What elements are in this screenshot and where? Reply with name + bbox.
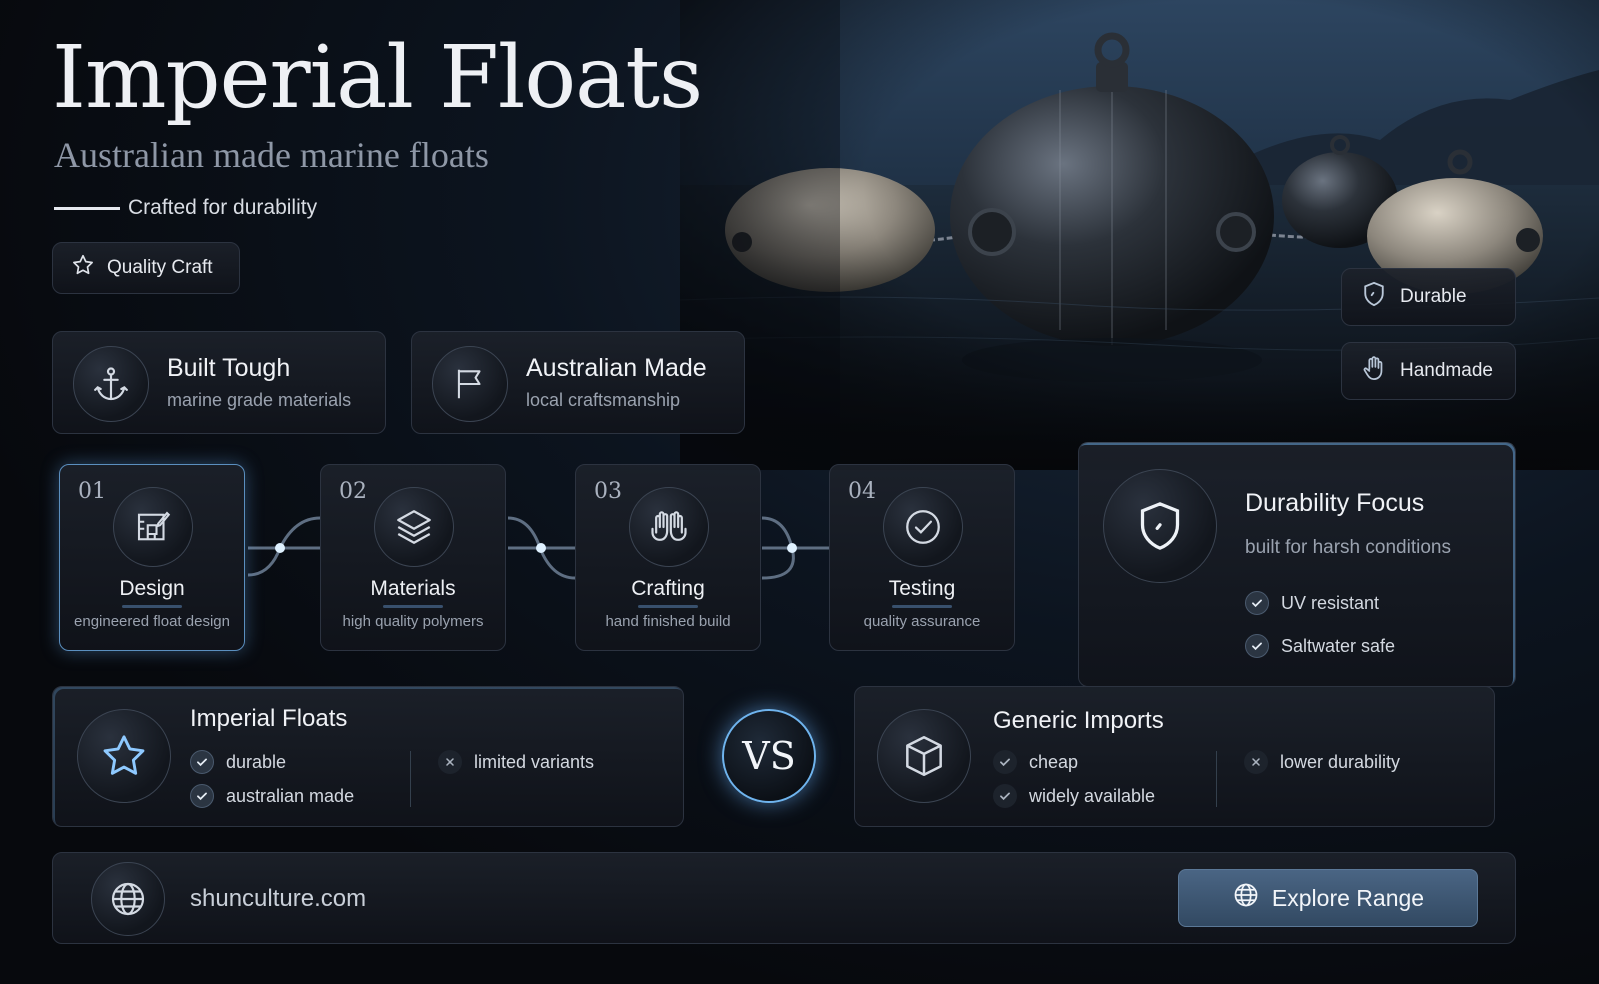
vs-label: VS [742, 734, 796, 778]
pro-item: widely available [993, 784, 1155, 808]
step-card-testing: 04 Testing quality assurance [829, 464, 1015, 651]
durability-item-label: Saltwater safe [1281, 635, 1396, 656]
feature-card-built-tough: Built Tough marine grade materials [52, 331, 386, 434]
step-title: Testing [888, 577, 956, 600]
feature-title: Built Tough [167, 354, 291, 382]
step-card-crafting: 03 Crafting hand finished build [575, 464, 761, 651]
shield-icon [1360, 280, 1388, 314]
globe-icon [91, 862, 165, 936]
box-icon [877, 709, 971, 803]
star-icon [77, 709, 171, 803]
quality-craft-label: Quality Craft [107, 257, 213, 278]
check-icon [190, 784, 214, 808]
flag-icon [432, 346, 508, 422]
comparison-title: Imperial Floats [190, 705, 348, 732]
step-subtitle: hand finished build [605, 613, 731, 630]
check-circle-icon [883, 487, 963, 567]
step-title: Design [119, 577, 185, 600]
comparison-card-generic: Generic Imports cheap widely available l… [854, 686, 1495, 827]
check-icon [993, 784, 1017, 808]
durability-focus-panel: Durability Focus built for harsh conditi… [1078, 442, 1516, 687]
step-number: 04 [848, 479, 876, 504]
layers-icon [374, 487, 454, 567]
pro-item: australian made [190, 784, 354, 808]
pro-label: australian made [226, 785, 355, 806]
website-link[interactable]: shunculture.com [190, 885, 366, 913]
infographic-page: Imperial Floats Australian made marine f… [0, 0, 1599, 984]
blueprint-icon [113, 487, 193, 567]
step-subtitle: engineered float design [74, 613, 230, 630]
con-item: limited variants [438, 750, 594, 774]
globe-icon [1232, 881, 1260, 915]
con-label: lower durability [1280, 751, 1401, 772]
tagline: Crafted for durability [128, 196, 318, 219]
check-icon [1245, 591, 1269, 615]
x-icon [1244, 750, 1268, 774]
step-underline [638, 605, 698, 608]
durability-item: UV resistant [1245, 591, 1379, 615]
pro-label: durable [226, 751, 287, 772]
hands-icon [629, 487, 709, 567]
explore-range-button[interactable]: Explore Range [1178, 869, 1478, 927]
handmade-badge: Handmade [1341, 342, 1516, 400]
con-label: limited variants [474, 751, 595, 772]
step-number: 02 [339, 479, 367, 504]
x-icon [438, 750, 462, 774]
step-underline [892, 605, 952, 608]
star-icon [71, 253, 95, 283]
quality-craft-badge: Quality Craft [52, 242, 240, 294]
step-number: 03 [594, 479, 622, 504]
step-title: Materials [370, 577, 456, 600]
step-card-design: 01 Design engineered float design [59, 464, 245, 651]
step-underline [122, 605, 182, 608]
divider [1216, 751, 1217, 807]
step-title: Crafting [631, 577, 705, 600]
divider [410, 751, 411, 807]
check-icon [190, 750, 214, 774]
feature-subtitle: local craftsmanship [526, 390, 681, 410]
durability-subtitle: built for harsh conditions [1245, 537, 1451, 558]
page-title: Imperial Floats [52, 28, 703, 128]
feature-title: Australian Made [526, 354, 707, 382]
comparison-title: Generic Imports [993, 707, 1164, 734]
handmade-label: Handmade [1400, 360, 1493, 381]
step-subtitle: quality assurance [863, 613, 981, 630]
feature-card-australian-made: Australian Made local craftsmanship [411, 331, 745, 434]
durable-badge: Durable [1341, 268, 1516, 326]
durability-item: Saltwater safe [1245, 634, 1395, 658]
step-number: 01 [78, 479, 106, 504]
check-icon [993, 750, 1017, 774]
page-subtitle: Australian made marine floats [54, 135, 489, 175]
hand-icon [1360, 354, 1388, 388]
step-card-materials: 02 Materials high quality polymers [320, 464, 506, 651]
feature-subtitle: marine grade materials [167, 390, 352, 410]
pro-label: widely available [1029, 785, 1156, 806]
con-item: lower durability [1244, 750, 1400, 774]
vs-badge: VS [722, 709, 816, 803]
step-subtitle: high quality polymers [342, 613, 484, 630]
step-underline [383, 605, 443, 608]
check-icon [1245, 634, 1269, 658]
pro-label: cheap [1029, 751, 1079, 772]
pro-item: cheap [993, 750, 1078, 774]
explore-range-label: Explore Range [1271, 884, 1425, 911]
comparison-card-imperial: Imperial Floats durable australian made … [52, 686, 684, 827]
durability-title: Durability Focus [1245, 489, 1425, 517]
durable-label: Durable [1400, 286, 1467, 307]
anchor-icon [73, 346, 149, 422]
durability-item-label: UV resistant [1281, 592, 1380, 613]
tagline-rule [54, 207, 120, 210]
shield-icon [1103, 469, 1217, 583]
pro-item: durable [190, 750, 286, 774]
